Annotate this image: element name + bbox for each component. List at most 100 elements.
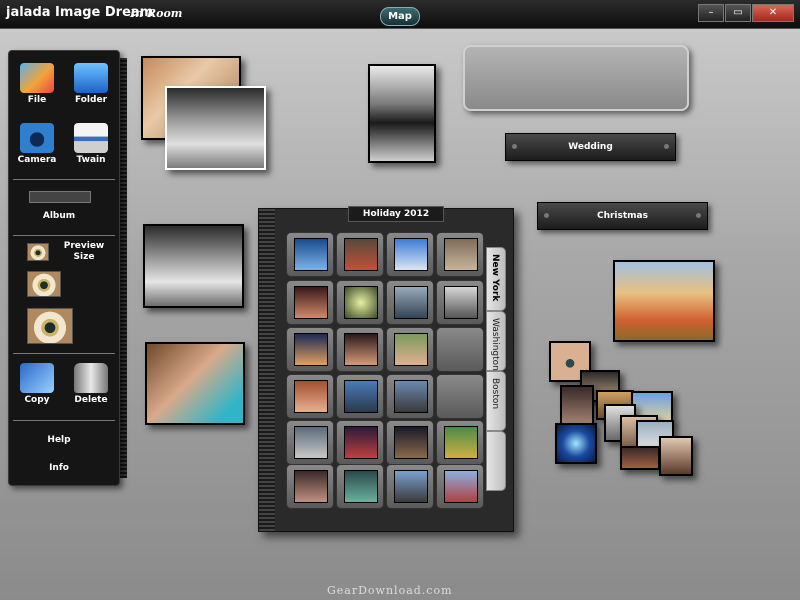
album-thumbnail[interactable] (444, 470, 478, 503)
delete-button[interactable]: Delete (66, 363, 116, 405)
album-thumbnail[interactable] (444, 238, 478, 271)
album-slot[interactable] (286, 464, 334, 509)
album-slot[interactable] (436, 280, 484, 325)
folder-button[interactable]: Folder (66, 63, 116, 105)
album-slot[interactable] (436, 232, 484, 277)
album-slot[interactable] (286, 327, 334, 372)
preview-size-small-icon[interactable] (27, 243, 49, 261)
album-thumbnail[interactable] (344, 426, 378, 459)
album-thumbnail[interactable] (394, 238, 428, 271)
picture-frame-placeholder[interactable] (463, 45, 689, 111)
album-spine (259, 209, 275, 531)
album-button[interactable]: Album (9, 211, 109, 221)
album-slot[interactable] (336, 327, 384, 372)
album-thumbnail[interactable] (444, 286, 478, 319)
album-slot[interactable] (336, 374, 384, 419)
album-thumbnail[interactable] (394, 333, 428, 366)
separator (13, 235, 115, 236)
album-slot[interactable] (386, 280, 434, 325)
help-button[interactable]: Help (9, 435, 109, 445)
album-slot[interactable] (436, 464, 484, 509)
camera-button[interactable]: Camera (12, 123, 62, 165)
album-slot[interactable] (286, 232, 334, 277)
album-grid (284, 228, 488, 512)
photo-pile-item[interactable] (659, 436, 693, 476)
album-thumbnail[interactable] (294, 380, 328, 413)
photo-woman-selfie[interactable] (145, 342, 245, 425)
album-thumbnail[interactable] (344, 286, 378, 319)
maximize-button[interactable]: ▭ (725, 4, 751, 22)
album-thumbnail[interactable] (344, 380, 378, 413)
album-thumbnail[interactable] (394, 470, 428, 503)
album-slot[interactable] (386, 232, 434, 277)
delete-label: Delete (74, 395, 108, 405)
album-thumbnail[interactable] (344, 333, 378, 366)
album-slot[interactable] (286, 420, 334, 465)
map-button[interactable]: Map (380, 7, 420, 26)
photo-pile-item[interactable] (620, 446, 660, 470)
tab-label: New York (490, 254, 500, 302)
wedding-label-plate[interactable]: Wedding (505, 133, 676, 161)
album-thumbnail[interactable] (344, 238, 378, 271)
album-title: Holiday 2012 (348, 206, 444, 222)
tools-panel: File Folder Camera Twain Album Preview S… (8, 50, 120, 486)
christmas-label-plate[interactable]: Christmas (537, 202, 708, 230)
album-thumbnail[interactable] (444, 426, 478, 459)
album-slot[interactable] (336, 232, 384, 277)
photo-woman-orange-shirt[interactable] (613, 260, 715, 342)
photo-girl-hat-bw-2[interactable] (143, 224, 244, 308)
album-slot-empty[interactable] (436, 327, 484, 372)
album-thumbnail[interactable] (344, 470, 378, 503)
tab-washington[interactable]: Washington (486, 311, 506, 371)
album-thumbnail[interactable] (294, 426, 328, 459)
tab-label: Boston (490, 378, 500, 410)
preview-label: Preview (63, 241, 105, 251)
trash-icon (74, 363, 108, 393)
separator (13, 353, 115, 354)
album-slot[interactable] (336, 280, 384, 325)
album-slot[interactable] (286, 374, 334, 419)
album-slot[interactable] (336, 420, 384, 465)
album-slot[interactable] (436, 420, 484, 465)
tab-label: Washington (490, 318, 500, 371)
album-slot-empty[interactable] (436, 374, 484, 419)
folder-icon (74, 63, 108, 93)
preview-size-medium-icon[interactable] (27, 271, 61, 297)
photo-girl-hat-bw[interactable] (165, 86, 266, 170)
album-slot[interactable] (386, 327, 434, 372)
photo-pile-item[interactable] (560, 385, 594, 425)
size-label: Size (73, 252, 95, 262)
tab-empty[interactable] (486, 431, 506, 491)
minimize-button[interactable]: – (698, 4, 724, 22)
preview-size-large-icon[interactable] (27, 308, 73, 344)
copy-button[interactable]: Copy (12, 363, 62, 405)
album-thumbnail[interactable] (294, 470, 328, 503)
scanner-icon (74, 123, 108, 153)
album-thumbnail[interactable] (394, 426, 428, 459)
album-strip-icon (29, 191, 91, 203)
file-icon (20, 63, 54, 93)
title-bar: jalada Image Dream In Room Map – ▭ ✕ (0, 0, 800, 29)
album-slot[interactable] (386, 374, 434, 419)
tab-boston[interactable]: Boston (486, 371, 506, 431)
album-slot[interactable] (386, 420, 434, 465)
album-slot[interactable] (286, 280, 334, 325)
album-thumbnail[interactable] (394, 380, 428, 413)
file-button[interactable]: File (12, 63, 62, 105)
album-thumbnail[interactable] (294, 286, 328, 319)
close-button[interactable]: ✕ (752, 4, 794, 22)
album-thumbnail[interactable] (294, 333, 328, 366)
twain-button[interactable]: Twain (66, 123, 116, 165)
photo-fashion-model[interactable] (368, 64, 436, 163)
separator (13, 179, 115, 180)
tab-new-york[interactable]: New York (486, 247, 506, 311)
camera-icon (20, 123, 54, 153)
watermark: GearDownload.com (327, 584, 453, 597)
album-slot[interactable] (386, 464, 434, 509)
photo-pile-item[interactable] (555, 423, 597, 464)
info-button[interactable]: Info (9, 463, 109, 473)
album-slot[interactable] (336, 464, 384, 509)
album-thumbnail[interactable] (394, 286, 428, 319)
album-thumbnail[interactable] (294, 238, 328, 271)
folder-label: Folder (74, 95, 108, 105)
